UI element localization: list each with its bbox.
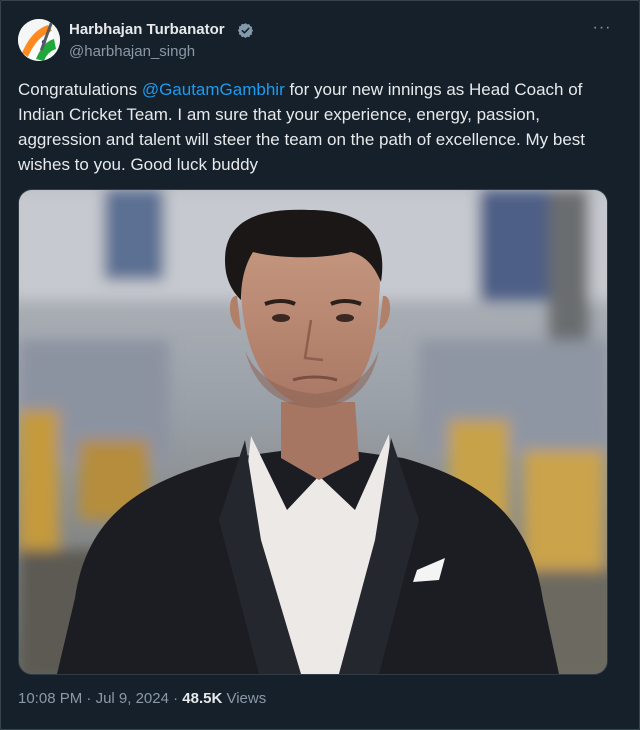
tricolor-flag-avatar-icon xyxy=(18,19,60,61)
tweet-photo[interactable] xyxy=(18,189,608,675)
views-count[interactable]: 48.5K xyxy=(182,690,222,707)
mention-link[interactable]: @GautamGambhir xyxy=(142,80,285,99)
tweet-text-start: Congratulations xyxy=(18,80,142,99)
display-name[interactable]: Harbhajan Turbanator xyxy=(69,21,225,38)
meta-separator: · xyxy=(82,690,96,707)
tweet-time[interactable]: 10:08 PM xyxy=(18,690,82,707)
verified-badge-icon xyxy=(237,23,254,39)
meta-separator-2: · xyxy=(168,690,183,707)
tweet-card: Harbhajan Turbanator @harbhajan_singh ··… xyxy=(0,0,640,730)
more-options-icon[interactable]: ··· xyxy=(591,19,613,37)
user-handle[interactable]: @harbhajan_singh xyxy=(69,43,195,60)
avatar[interactable] xyxy=(18,19,60,61)
tweet-meta: 10:08 PM · Jul 9, 2024 · 48.5K Views xyxy=(18,690,266,707)
photo-man-in-black-suit-icon xyxy=(19,190,607,674)
views-label: Views xyxy=(222,690,267,707)
tweet-date[interactable]: Jul 9, 2024 xyxy=(96,690,169,707)
tweet-text: Congratulations @GautamGambhir for your … xyxy=(18,77,618,177)
